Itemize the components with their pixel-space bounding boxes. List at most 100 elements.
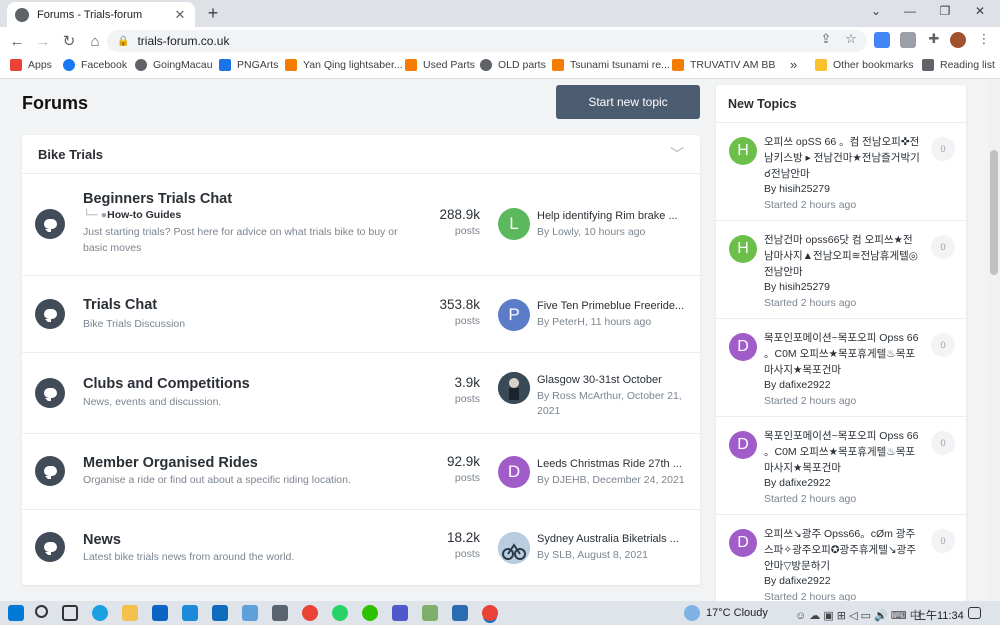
topic-item: D 목포인포메이션~목포오피 Opss 66 。C0M 오피쓰★목포휴게텔♨목포… — [716, 319, 966, 417]
topic-author[interactable]: By dafixe2922 — [764, 379, 831, 391]
teams-icon[interactable] — [392, 605, 408, 621]
browser-tab[interactable]: Forums - Trials-forum ✕ — [7, 2, 195, 27]
forum-chat-icon — [35, 299, 65, 329]
avatar[interactable]: D — [729, 333, 757, 361]
bookmarks-overflow-button[interactable]: » — [790, 57, 797, 72]
forum-name[interactable]: Trials Chat — [83, 297, 157, 313]
avatar-photo[interactable] — [498, 532, 530, 564]
forum-name[interactable]: Beginners Trials Chat — [83, 191, 232, 207]
windows-start-icon[interactable] — [8, 605, 24, 621]
last-post-title[interactable]: Sydney Australia Biketrials ... — [537, 533, 692, 545]
mail-icon[interactable] — [152, 605, 168, 621]
avatar[interactable]: L — [498, 208, 530, 240]
avatar[interactable]: D — [729, 431, 757, 459]
avatar[interactable]: D — [498, 456, 530, 488]
weather-text[interactable]: 17°C Cloudy — [706, 607, 768, 619]
topic-author[interactable]: By hisih25279 — [764, 281, 830, 293]
avatar[interactable]: H — [729, 137, 757, 165]
notifications-icon[interactable] — [968, 607, 981, 619]
new-tab-button[interactable]: + — [203, 3, 223, 24]
topic-author[interactable]: By dafixe2922 — [764, 477, 831, 489]
reload-icon[interactable]: ↻ — [56, 32, 82, 50]
puzzle-extensions-icon[interactable]: ✚ — [924, 31, 944, 47]
last-post-title[interactable]: Glasgow 30-31st October — [537, 374, 692, 386]
app-icon[interactable] — [452, 605, 468, 621]
last-post-author[interactable]: By PeterH, 11 hours ago — [537, 315, 697, 330]
home-icon[interactable]: ⌂ — [82, 33, 108, 50]
outlook-icon[interactable] — [212, 605, 228, 621]
bookmark-item[interactable]: Tsunami tsunami re... — [552, 59, 670, 71]
last-post-title[interactable]: Leeds Christmas Ride 27th ... — [537, 458, 692, 470]
clock[interactable]: 上午11:34 — [915, 607, 964, 623]
chrome-icon[interactable] — [302, 605, 318, 621]
forward-icon[interactable]: → — [30, 33, 56, 50]
topic-author[interactable]: By dafixe2922 — [764, 575, 831, 587]
close-window-icon[interactable]: ✕ — [970, 4, 990, 18]
forum-name[interactable]: Member Organised Rides — [83, 455, 258, 471]
topic-title[interactable]: 오피쓰↘광주 Opss66。cØm 광주스파✧광주오피✪광주휴게텔↘광주안마▽방… — [764, 526, 920, 574]
rider-photo-icon — [498, 372, 530, 404]
bookmark-item[interactable]: Used Parts — [405, 59, 475, 71]
last-post-author[interactable]: By DJEHB, December 24, 2021 — [537, 473, 697, 488]
share-icon[interactable]: ⇪ — [816, 31, 836, 47]
forum-name[interactable]: Clubs and Competitions — [83, 376, 250, 392]
bookmark-item[interactable]: PNGArts — [219, 59, 278, 71]
restore-icon[interactable]: ❐ — [935, 4, 955, 18]
address-bar[interactable]: 🔒 trials-forum.co.uk — [107, 30, 867, 52]
tab-search-icon[interactable]: ⌄ — [866, 4, 886, 18]
start-new-topic-button[interactable]: Start new topic — [556, 85, 700, 119]
app-icon[interactable] — [242, 605, 258, 621]
avatar[interactable]: D — [729, 529, 757, 557]
whatsapp-icon[interactable] — [332, 605, 348, 621]
last-post-author[interactable]: By Ross McArthur, October 21, 2021 — [537, 389, 697, 419]
close-tab-icon[interactable]: ✕ — [173, 7, 187, 23]
scrollbar-thumb[interactable] — [990, 150, 998, 275]
topic-title[interactable]: 목포인포메이션~목포오피 Opss 66 。C0M 오피쓰★목포휴게텔♨목포마사… — [764, 428, 920, 476]
topic-title[interactable]: 오피쓰 opSS 66 。컴 전남오피✜전남키스방 ▸ 전남건마★전남즐거박기☌… — [764, 134, 920, 182]
reading-list-button[interactable]: Reading list — [922, 59, 995, 71]
last-post-author[interactable]: By Lowly, 10 hours ago — [537, 225, 697, 240]
profile-avatar[interactable] — [950, 32, 966, 48]
back-icon[interactable]: ← — [4, 33, 30, 50]
bookmark-star-icon[interactable]: ☆ — [841, 31, 861, 47]
avatar[interactable]: H — [729, 235, 757, 263]
bookmarks-bar: Apps Facebook GoingMacau PNGArts Yan Qin… — [0, 55, 1000, 79]
subforum-link[interactable]: └─ ●How-to Guides — [83, 209, 181, 221]
lync-icon[interactable] — [182, 605, 198, 621]
other-bookmarks-folder[interactable]: Other bookmarks — [815, 59, 914, 71]
forum-description: Just starting trials? Post here for advi… — [83, 226, 398, 254]
last-post-title[interactable]: Five Ten Primeblue Freeride... — [537, 300, 692, 312]
calculator-icon[interactable] — [272, 605, 288, 621]
extension-icon[interactable] — [900, 32, 916, 48]
bookmark-item[interactable]: TRUVATIV AM BB — [672, 59, 775, 71]
file-explorer-icon[interactable] — [122, 605, 138, 621]
topic-title[interactable]: 전남건마 opss66닷 컴 오피쓰★전남마사지▲전남오피≋전남휴게텔◎전남안마 — [764, 232, 920, 280]
menu-dots-icon[interactable]: ⋮ — [974, 31, 994, 47]
bookmark-item[interactable]: Yan Qing lightsaber... — [285, 59, 403, 71]
wechat-icon[interactable] — [362, 605, 378, 621]
app-icon[interactable] — [422, 605, 438, 621]
minimize-icon[interactable]: — — [900, 4, 920, 18]
edge-icon[interactable] — [92, 605, 108, 621]
bookmark-item[interactable]: GoingMacau — [135, 59, 213, 71]
search-icon[interactable] — [35, 605, 48, 618]
task-view-icon[interactable] — [62, 605, 78, 621]
bookmark-item[interactable]: Facebook — [63, 59, 127, 71]
forum-description: Organise a ride or find out about a spec… — [83, 474, 351, 486]
last-post-title[interactable]: Help identifying Rim brake ... — [537, 210, 692, 222]
category-header[interactable]: Bike Trials ﹀ — [22, 135, 700, 174]
avatar[interactable]: P — [498, 299, 530, 331]
topic-author[interactable]: By hisih25279 — [764, 183, 830, 195]
tray-icons[interactable]: ☺ ☁ ▣ ⊞ ◁ ▭ 🔊 ⌨ 中 — [795, 607, 921, 623]
chevron-down-icon[interactable]: ﹀ — [670, 144, 684, 164]
bookmark-item[interactable]: OLD parts — [480, 59, 546, 71]
last-post-author[interactable]: By SLB, August 8, 2021 — [537, 548, 697, 563]
taobao-icon — [672, 59, 684, 71]
page-title: Forums — [22, 93, 89, 113]
forum-name[interactable]: News — [83, 532, 121, 548]
translate-extension-icon[interactable] — [874, 32, 890, 48]
topic-title[interactable]: 목포인포메이션~목포오피 Opss 66 。C0M 오피쓰★목포휴게텔♨목포마사… — [764, 330, 920, 378]
bookmark-item[interactable]: Apps — [10, 59, 52, 71]
chrome-active-icon[interactable] — [482, 605, 498, 621]
avatar-photo[interactable] — [498, 372, 530, 404]
